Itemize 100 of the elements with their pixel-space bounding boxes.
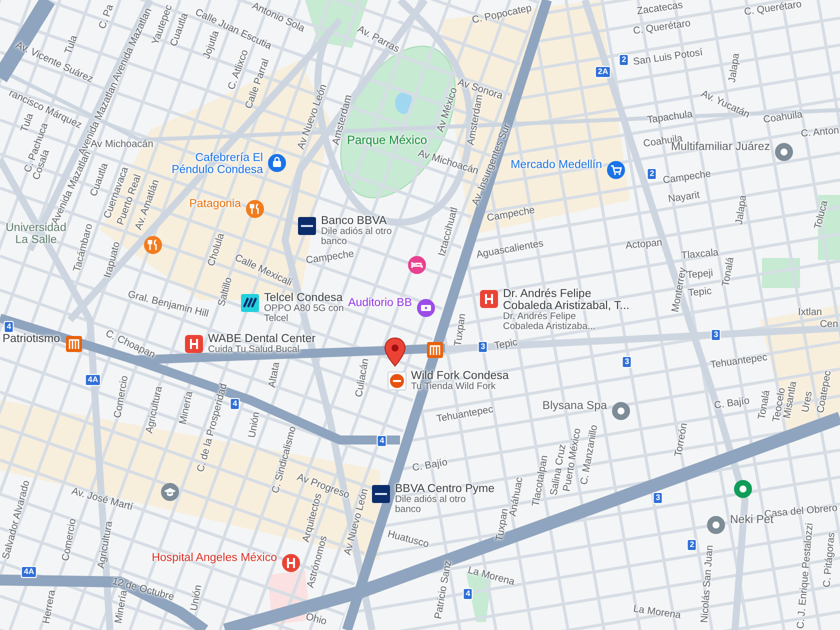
route-shield: 4: [4, 321, 14, 333]
route-shield: 4: [376, 435, 388, 447]
street-label: C. Pa: [98, 4, 116, 30]
metro-icon[interactable]: [64, 334, 84, 354]
restaurant-icon[interactable]: [143, 235, 163, 255]
street-label: Zacatecas: [636, 0, 684, 18]
place-name[interactable]: Hospital Angeles México: [152, 552, 277, 564]
street-label: Nicolás San Juan: [700, 544, 716, 624]
street-label: Jalapa: [728, 52, 742, 84]
street-label: Nayarit: [668, 190, 700, 206]
place-name[interactable]: Cafebrería El Péndulo Condesa: [170, 152, 263, 176]
route-shield: 2: [646, 168, 658, 180]
street-label: Cen: [820, 320, 838, 330]
street-label: Anáhuac: [508, 476, 526, 518]
place-name[interactable]: Mercado Medellín: [510, 159, 602, 171]
street-label: Unión: [248, 411, 262, 439]
street-label: C. Manzanillo: [580, 424, 600, 486]
street-label: Tonalá: [722, 256, 736, 288]
street-label: Jalapa: [735, 194, 749, 226]
hospital-icon[interactable]: [479, 289, 499, 309]
street-label: Campeche: [662, 170, 712, 186]
hospital-icon[interactable]: [184, 334, 204, 354]
street-label: Gral. Benjamin Hill: [126, 290, 210, 320]
street-label: Jojutla: [202, 30, 222, 60]
street-label: Ixtlan: [798, 308, 822, 318]
route-shield: 4: [462, 588, 474, 600]
street-label: C. Bajío: [714, 396, 750, 412]
street-label: Monterrey: [671, 266, 689, 314]
street-label: Irapuato: [103, 240, 123, 280]
place-name[interactable]: Dr. Andrés Felipe Cobaleda Aristizabal, T...: [503, 288, 632, 312]
route-shield: 3: [652, 492, 664, 504]
place-name[interactable]: Universidad La Salle: [4, 222, 68, 246]
street-label: La Morena: [466, 566, 516, 588]
street-label: C. Anton: [800, 126, 840, 140]
street-label: Huatusco: [386, 530, 430, 550]
bank-logo-icon[interactable]: [297, 216, 317, 236]
street-label: Salvador Alvarado: [2, 480, 32, 560]
street-label: C. Popocatep: [471, 4, 533, 26]
ticket-icon[interactable]: [416, 298, 436, 318]
street-label: C. J. Enrique Pestalozzi: [796, 522, 816, 630]
place-pin-icon[interactable]: [706, 515, 726, 535]
street-label: Comercio: [61, 518, 79, 562]
telecom-logo-icon[interactable]: [240, 293, 260, 313]
street-label: Unión: [190, 584, 204, 612]
store-logo-icon[interactable]: [387, 371, 407, 391]
place-subtitle: Dile adiós al otro banco: [395, 495, 466, 515]
street-label: Av México: [436, 86, 460, 134]
street-label: Agricultura: [145, 386, 165, 434]
place-subtitle: Dr. Andrés Felipe Cobaleda Aristizaba...: [503, 312, 596, 332]
place-name[interactable]: Neki Pet: [730, 514, 774, 526]
street-label: Tehuantepec: [436, 405, 494, 425]
street-label: Minería: [114, 590, 130, 624]
place-pin-icon[interactable]: [774, 142, 794, 162]
place-name[interactable]: Telcel Condesa: [264, 292, 343, 304]
place-name[interactable]: Banco BBVA: [321, 215, 387, 227]
place-name[interactable]: Wild Fork Condesa: [411, 370, 509, 382]
street-label: C. Querétaro: [744, 0, 802, 18]
place-subtitle: OPPO A80 5G con Telcel: [264, 304, 344, 324]
street-label: Altata: [268, 362, 282, 388]
route-shield: 4A: [84, 374, 102, 386]
street-label: C. Pitágoras: [822, 532, 838, 588]
shopping-cart-icon[interactable]: [606, 160, 626, 180]
street-label: Minería: [178, 390, 196, 426]
place-name[interactable]: WABE Dental Center: [208, 333, 316, 345]
bed-icon[interactable]: [407, 255, 427, 275]
route-shield: 2: [686, 539, 698, 551]
street-label: Torreón: [674, 422, 690, 458]
street-label: Culiacán: [354, 358, 372, 398]
route-shield: 4A: [20, 566, 38, 578]
location-marker-icon[interactable]: [384, 337, 406, 367]
pond: [395, 92, 413, 114]
restaurant-icon[interactable]: [245, 199, 265, 219]
street-label: La Morena: [632, 604, 682, 622]
metro-icon[interactable]: [425, 340, 445, 360]
street-label: Tuxpan: [454, 312, 468, 348]
street-label: Tepic: [494, 338, 518, 352]
place-name[interactable]: Patriotismo: [2, 333, 60, 345]
street-label: Ures: [801, 390, 815, 414]
street-label: Tula: [64, 34, 80, 56]
street-label: Actopan: [625, 238, 663, 252]
street-label: Patricio Sanz: [434, 560, 454, 620]
graduation-cap-icon[interactable]: [160, 482, 180, 502]
place-name[interactable]: Auditorio BB: [348, 297, 412, 309]
place-subtitle: Dile adiós al otro banco: [321, 227, 393, 247]
street-label: Misantla: [782, 380, 800, 420]
street-label: Tlacotalpan: [532, 454, 550, 508]
place-pin-icon[interactable]: [733, 479, 753, 499]
place-pin-icon[interactable]: [611, 401, 631, 421]
street-label: Tepeji: [686, 268, 714, 282]
bank-logo-icon[interactable]: [371, 484, 391, 504]
route-shield: 3: [710, 329, 722, 341]
hospital-icon[interactable]: [281, 553, 301, 573]
place-name[interactable]: Blysana Spa: [542, 400, 607, 412]
street-label: C. Querétaro: [632, 19, 692, 37]
street-label: Coatepec: [816, 370, 834, 414]
place-name[interactable]: BBVA Centro Pyme: [395, 483, 494, 495]
street-label: Agricultura: [96, 520, 116, 570]
street-label: Tlaxcala: [681, 248, 719, 262]
street-label: Av. José Martí: [70, 487, 134, 513]
route-shield: 4: [230, 398, 240, 410]
